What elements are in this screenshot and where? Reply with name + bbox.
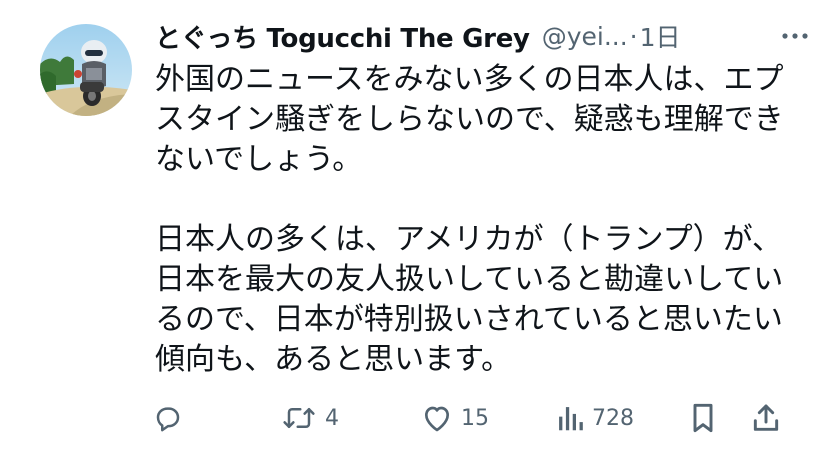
header-separator: · bbox=[629, 21, 638, 51]
display-name[interactable]: とぐっち Togucchi The Grey bbox=[155, 18, 530, 55]
more-options-button[interactable] bbox=[775, 20, 815, 52]
heart-icon bbox=[421, 403, 453, 433]
reply-button[interactable] bbox=[153, 398, 183, 438]
views-count: 728 bbox=[592, 405, 634, 431]
share-button[interactable] bbox=[751, 398, 781, 438]
bookmark-button[interactable] bbox=[690, 398, 716, 438]
reply-icon bbox=[153, 403, 183, 433]
like-count: 15 bbox=[461, 405, 489, 431]
avatar[interactable] bbox=[40, 24, 132, 116]
retweet-button[interactable]: 4 bbox=[281, 398, 339, 438]
timestamp[interactable]: 1日 bbox=[640, 18, 681, 54]
tweet-header: とぐっち Togucchi The Grey @yei... · 1日 bbox=[155, 14, 815, 58]
tweet-card[interactable]: とぐっち Togucchi The Grey @yei... · 1日 外国のニ… bbox=[0, 0, 828, 457]
bookmark-icon bbox=[690, 402, 716, 434]
retweet-icon bbox=[281, 403, 317, 433]
views-button[interactable]: 728 bbox=[556, 398, 634, 438]
share-icon bbox=[751, 402, 781, 434]
views-chart-icon bbox=[556, 403, 584, 433]
retweet-count: 4 bbox=[325, 405, 339, 431]
action-bar: 4 15 728 bbox=[153, 398, 793, 438]
like-button[interactable]: 15 bbox=[421, 398, 489, 438]
more-dots-icon bbox=[782, 33, 808, 39]
tweet-paragraph-2: 日本人の多くは、アメリカが（トランプ）が、日本を最大の友人扱いしていると勘違いし… bbox=[155, 222, 784, 377]
tweet-paragraph-1: 外国のニュースをみない多くの日本人は、エプスタイン騒ぎをしらないので、疑惑も理解… bbox=[155, 62, 784, 177]
rider-avatar-icon bbox=[40, 24, 132, 116]
user-handle[interactable]: @yei... bbox=[542, 22, 628, 51]
tweet-text: 外国のニュースをみない多くの日本人は、エプスタイン騒ぎをしらないので、疑惑も理解… bbox=[155, 60, 795, 380]
